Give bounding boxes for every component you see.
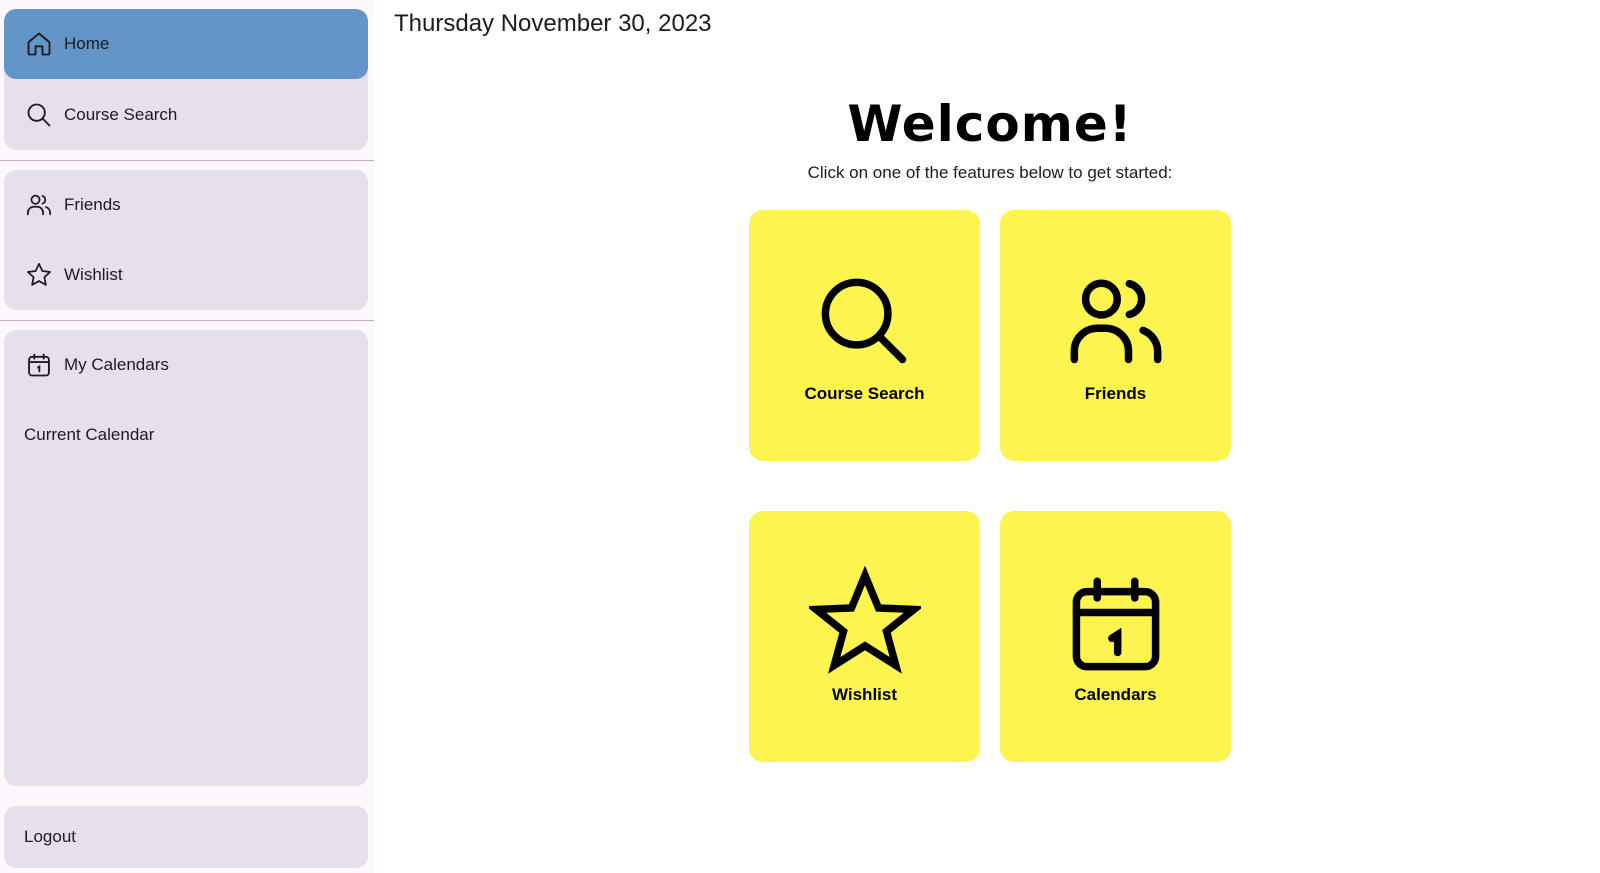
tile-label: Calendars [1074,685,1157,704]
sidebar-divider [0,320,374,321]
logout-button[interactable]: Logout [4,806,368,868]
sidebar-item-label: Wishlist [64,265,123,284]
sidebar-item-home[interactable]: Home [4,9,368,79]
star-icon [24,260,54,290]
sidebar-item-friends[interactable]: Friends [4,170,368,240]
tile-label: Course Search [804,384,925,403]
nav-group-calendars: My Calendars Current Calendar [4,330,368,786]
sidebar-item-label: Friends [64,195,121,214]
sidebar-item-wishlist[interactable]: Wishlist [4,240,368,310]
nav-group-logout: Logout [4,806,368,868]
sidebar-item-current-calendar[interactable]: Current Calendar [4,400,368,470]
sidebar-item-label: Course Search [64,105,178,124]
sidebar-item-label: My Calendars [64,355,169,374]
tile-wishlist[interactable]: Wishlist [749,511,980,762]
friends-icon [1060,266,1172,378]
sidebar: Home Course Search Friends Wishlist My C… [0,0,374,873]
tile-friends[interactable]: Friends [1000,210,1231,461]
tile-label: Wishlist [831,685,898,704]
sidebar-item-course-search[interactable]: Course Search [4,80,368,150]
calendar-icon [1060,569,1172,681]
home-icon [24,29,54,59]
search-icon [24,100,54,130]
tile-course-search[interactable]: Course Search [749,210,980,461]
sidebar-item-label: Current Calendar [24,425,155,444]
sidebar-item-my-calendars[interactable]: My Calendars [4,330,368,400]
tile-calendars[interactable]: Calendars [1000,511,1231,762]
sidebar-item-label: Home [64,34,110,53]
friends-icon [24,190,54,220]
sidebar-divider [0,160,374,161]
nav-group-primary: Home Course Search [4,9,368,150]
nav-group-social: Friends Wishlist [4,170,368,310]
page-title: Welcome! [847,95,1133,153]
tile-label: Friends [1084,384,1147,403]
search-icon [809,266,921,378]
star-icon [808,566,921,678]
logout-label: Logout [24,827,76,846]
page-subtitle: Click on one of the features below to ge… [807,163,1173,182]
calendar-icon [24,350,54,380]
current-date: Thursday November 30, 2023 [394,10,712,37]
